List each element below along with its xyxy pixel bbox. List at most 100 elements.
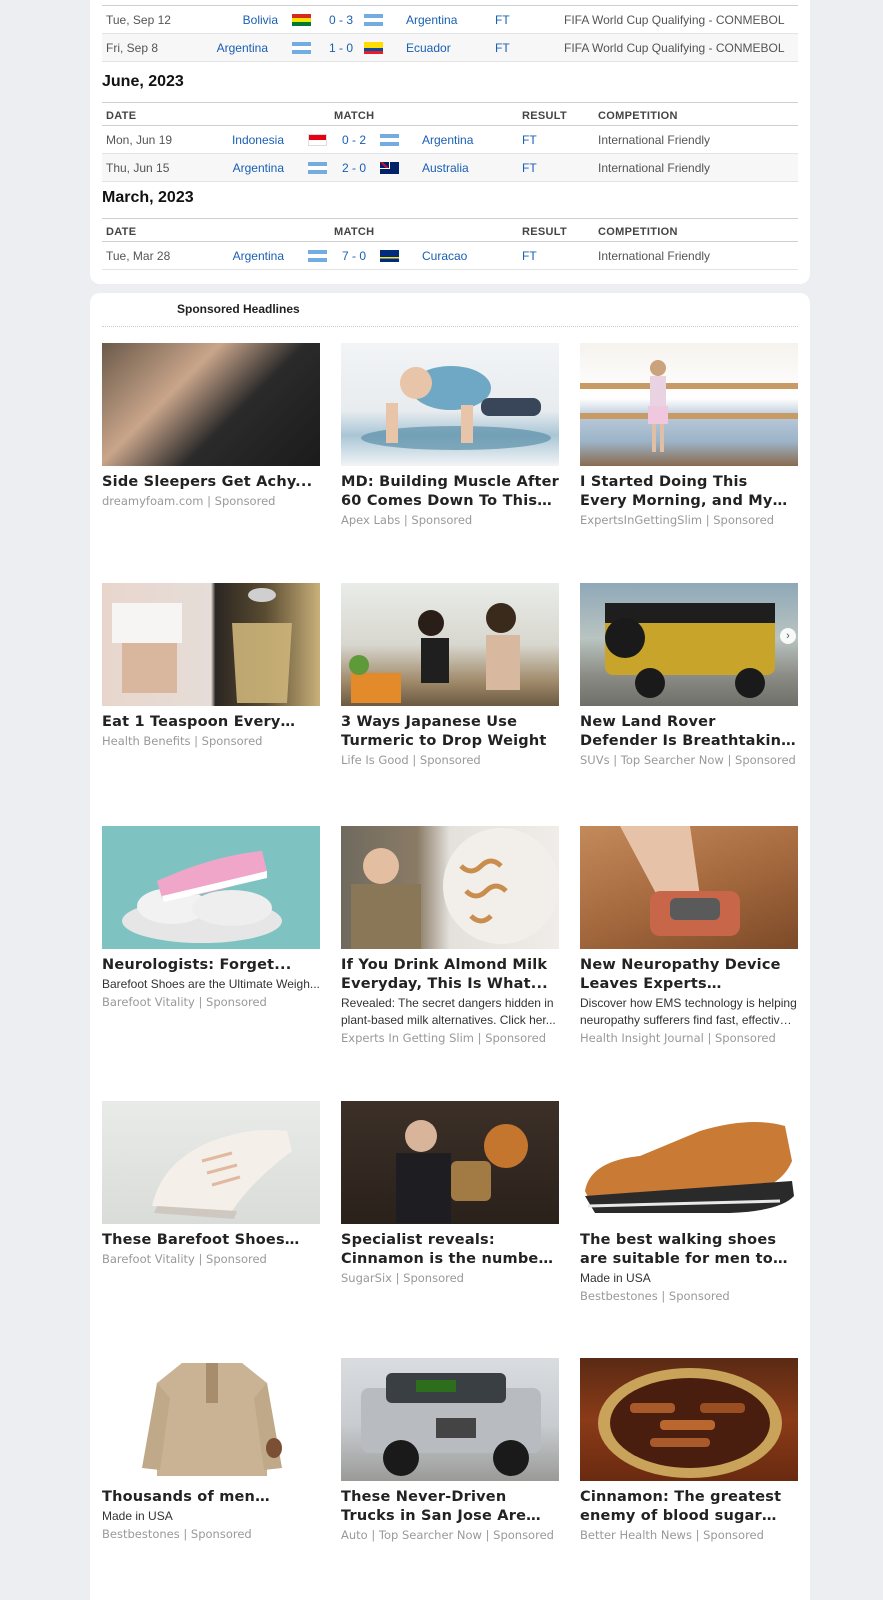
home-team-link[interactable]: Argentina xyxy=(158,41,268,55)
match-score-link[interactable]: 2 - 0 xyxy=(330,161,378,175)
month-heading-march: March, 2023 xyxy=(102,189,194,206)
ad-source[interactable]: Bestbestones | Sponsored xyxy=(580,1289,798,1303)
ad-card[interactable]: These Barefoot Shoes are... Barefoot Vit… xyxy=(102,1101,320,1266)
land-rover-photo xyxy=(605,603,775,698)
ad-card[interactable]: MD: Building Muscle After 60 Comes Down … xyxy=(341,343,559,527)
ad-image[interactable] xyxy=(580,826,798,949)
ad-title[interactable]: Specialist reveals: Cinnamon is the numb… xyxy=(341,1231,559,1269)
ad-card[interactable]: Eat 1 Teaspoon Every Day... Health Benef… xyxy=(102,583,320,748)
ad-image[interactable] xyxy=(341,1101,559,1224)
ad-image[interactable] xyxy=(341,826,559,949)
ad-image[interactable] xyxy=(580,343,798,466)
home-team-link[interactable]: Argentina xyxy=(174,249,284,263)
ad-image[interactable] xyxy=(580,1358,798,1481)
table-row[interactable]: Mon, Jun 19 Indonesia 0 - 2 Argentina FT… xyxy=(102,126,798,154)
chevron-right-icon[interactable]: › xyxy=(780,628,796,644)
ad-title[interactable]: Neurologists: Forget... xyxy=(102,956,320,975)
away-team-link[interactable]: Argentina xyxy=(422,133,473,147)
col-result: RESULT xyxy=(522,226,567,238)
ad-title[interactable]: Thousands of men adore... xyxy=(102,1488,320,1507)
result-link[interactable]: FT xyxy=(495,13,510,27)
home-team-link[interactable]: Argentina xyxy=(174,161,284,175)
ad-image[interactable] xyxy=(341,1358,559,1481)
results-table-september: DATE MATCH RESULT COMPETITION Tue, Sep 1… xyxy=(102,0,798,62)
ad-card[interactable]: The best walking shoes are suitable for … xyxy=(580,1101,798,1303)
ad-card[interactable]: If You Drink Almond Milk Everyday, This … xyxy=(341,826,559,1045)
ad-card[interactable]: Side Sleepers Get Achy... dreamyfoam.com… xyxy=(102,343,320,508)
ad-title[interactable]: 3 Ways Japanese Use Turmeric to Drop Wei… xyxy=(341,713,559,751)
ad-description[interactable]: Revealed: The secret dangers hidden in p… xyxy=(341,995,559,1029)
ad-description[interactable]: Barefoot Shoes are the Ultimate Weigh... xyxy=(102,976,320,993)
result-link[interactable]: FT xyxy=(522,249,537,263)
ad-source[interactable]: SugarSix | Sponsored xyxy=(341,1271,559,1285)
match-score-link[interactable]: 0 - 3 xyxy=(317,13,365,27)
ad-source[interactable]: SUVs | Top Searcher Now | Sponsored xyxy=(580,753,798,767)
ad-source[interactable]: Health Insight Journal | Sponsored xyxy=(580,1031,798,1045)
table-row[interactable]: Tue, Sep 12 Bolivia 0 - 3 Argentina FT F… xyxy=(102,6,798,34)
ad-source[interactable]: Barefoot Vitality | Sponsored xyxy=(102,1252,320,1266)
ad-image[interactable] xyxy=(102,583,320,706)
col-competition: COMPETITION xyxy=(575,0,655,2)
ad-card[interactable]: New Neuropathy Device Leaves Experts Spe… xyxy=(580,826,798,1045)
ad-image[interactable] xyxy=(102,1358,320,1481)
ad-source[interactable]: Auto | Top Searcher Now | Sponsored xyxy=(341,1528,559,1542)
ad-card[interactable]: Specialist reveals: Cinnamon is the numb… xyxy=(341,1101,559,1285)
ad-description[interactable]: Made in USA xyxy=(102,1508,320,1525)
away-team-link[interactable]: Argentina xyxy=(406,13,457,27)
ad-image[interactable] xyxy=(102,1101,320,1224)
ad-title[interactable]: New Neuropathy Device Leaves Experts Spe… xyxy=(580,956,798,994)
ad-source[interactable]: Apex Labs | Sponsored xyxy=(341,513,559,527)
ad-card[interactable]: 3 Ways Japanese Use Turmeric to Drop Wei… xyxy=(341,583,559,767)
ad-image[interactable] xyxy=(341,583,559,706)
ad-title[interactable]: These Never-Driven Trucks in San Jose Ar… xyxy=(341,1488,559,1526)
ad-title[interactable]: These Barefoot Shoes are... xyxy=(102,1231,320,1250)
table-row[interactable]: Thu, Jun 15 Argentina 2 - 0 Australia FT… xyxy=(102,154,798,182)
ad-title[interactable]: Side Sleepers Get Achy... xyxy=(102,473,320,492)
ad-title[interactable]: The best walking shoes are suitable for … xyxy=(580,1231,798,1269)
home-team-link[interactable]: Bolivia xyxy=(168,13,278,27)
ad-title[interactable]: New Land Rover Defender Is Breathtaking,… xyxy=(580,713,798,751)
divider xyxy=(102,326,798,327)
ad-source[interactable]: Health Benefits | Sponsored xyxy=(102,734,320,748)
ad-card[interactable]: Cinnamon: The greatest enemy of blood su… xyxy=(580,1358,798,1542)
match-score-link[interactable]: 0 - 2 xyxy=(330,133,378,147)
ad-image[interactable] xyxy=(341,343,559,466)
ad-title[interactable]: I Started Doing This Every Morning, and … xyxy=(580,473,798,511)
ad-source[interactable]: dreamyfoam.com | Sponsored xyxy=(102,494,320,508)
month-heading-june: June, 2023 xyxy=(102,73,184,90)
result-link[interactable]: FT xyxy=(522,133,537,147)
ad-image[interactable] xyxy=(102,826,320,949)
ad-description[interactable]: Discover how EMS technology is helping n… xyxy=(580,995,798,1029)
match-score-link[interactable]: 1 - 0 xyxy=(317,41,365,55)
ad-card[interactable]: Neurologists: Forget... Barefoot Shoes a… xyxy=(102,826,320,1009)
ad-image[interactable] xyxy=(102,343,320,466)
ad-image[interactable] xyxy=(580,1101,798,1224)
ad-image[interactable]: › xyxy=(580,583,798,706)
ad-title[interactable]: If You Drink Almond Milk Everyday, This … xyxy=(341,956,559,994)
away-team-link[interactable]: Australia xyxy=(422,161,469,175)
ad-description[interactable]: Made in USA xyxy=(580,1270,798,1287)
ad-card[interactable]: I Started Doing This Every Morning, and … xyxy=(580,343,798,527)
col-match: MATCH xyxy=(330,0,370,2)
ad-card[interactable]: › New Land Rover Defender Is Breathtakin… xyxy=(580,583,798,767)
ad-card[interactable]: These Never-Driven Trucks in San Jose Ar… xyxy=(341,1358,559,1542)
table-row[interactable]: Tue, Mar 28 Argentina 7 - 0 Curacao FT I… xyxy=(102,242,798,270)
ad-source[interactable]: Bestbestones | Sponsored xyxy=(102,1527,320,1541)
ad-source[interactable]: ExpertsInGettingSlim | Sponsored xyxy=(580,513,798,527)
home-team-link[interactable]: Indonesia xyxy=(174,133,284,147)
ad-source[interactable]: Experts In Getting Slim | Sponsored xyxy=(341,1031,559,1045)
ad-title[interactable]: Eat 1 Teaspoon Every Day... xyxy=(102,713,320,732)
ad-source[interactable]: Better Health News | Sponsored xyxy=(580,1528,798,1542)
ad-title[interactable]: MD: Building Muscle After 60 Comes Down … xyxy=(341,473,559,511)
table-row[interactable]: Fri, Sep 8 Argentina 1 - 0 Ecuador FT FI… xyxy=(102,34,798,62)
ad-card[interactable]: Thousands of men adore... Made in USA Be… xyxy=(102,1358,320,1541)
walking-shoe-photo xyxy=(585,1122,794,1213)
match-score-link[interactable]: 7 - 0 xyxy=(330,249,378,263)
result-link[interactable]: FT xyxy=(495,41,510,55)
ad-source[interactable]: Barefoot Vitality | Sponsored xyxy=(102,995,320,1009)
ad-source[interactable]: Life Is Good | Sponsored xyxy=(341,753,559,767)
result-link[interactable]: FT xyxy=(522,161,537,175)
away-team-link[interactable]: Ecuador xyxy=(406,41,451,55)
ad-title[interactable]: Cinnamon: The greatest enemy of blood su… xyxy=(580,1488,798,1526)
away-team-link[interactable]: Curacao xyxy=(422,249,467,263)
